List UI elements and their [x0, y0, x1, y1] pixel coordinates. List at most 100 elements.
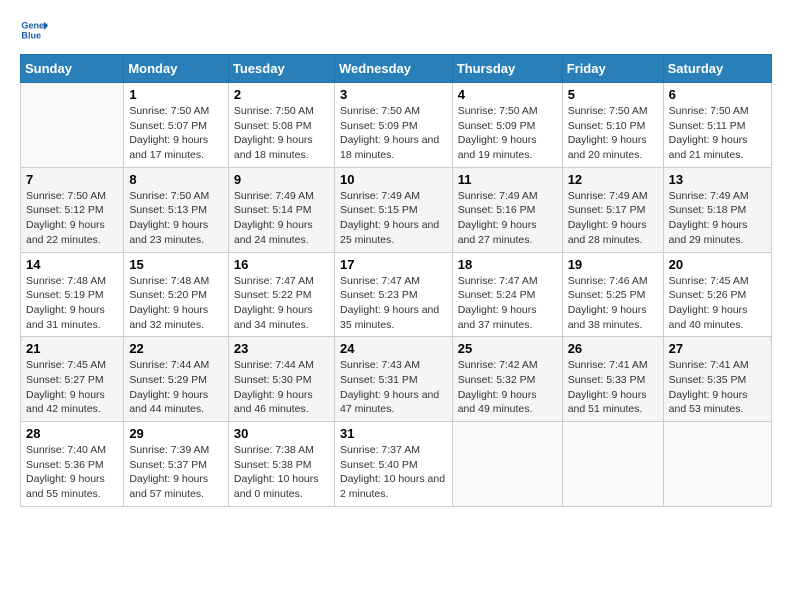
- cell-sunset: Sunset: 5:08 PM: [234, 120, 312, 132]
- cell-sunrise: Sunrise: 7:43 AM: [340, 359, 420, 371]
- calendar-week-row: 7 Sunrise: 7:50 AM Sunset: 5:12 PM Dayli…: [21, 167, 772, 252]
- calendar-cell: 6 Sunrise: 7:50 AM Sunset: 5:11 PM Dayli…: [663, 83, 771, 168]
- day-number: 31: [340, 426, 447, 441]
- cell-sunrise: Sunrise: 7:48 AM: [26, 275, 106, 287]
- cell-sunrise: Sunrise: 7:44 AM: [234, 359, 314, 371]
- day-number: 1: [129, 87, 223, 102]
- cell-sunset: Sunset: 5:10 PM: [568, 120, 646, 132]
- cell-sunrise: Sunrise: 7:49 AM: [340, 190, 420, 202]
- cell-sunrise: Sunrise: 7:50 AM: [340, 105, 420, 117]
- cell-sunrise: Sunrise: 7:39 AM: [129, 444, 209, 456]
- calendar-cell: 25 Sunrise: 7:42 AM Sunset: 5:32 PM Dayl…: [452, 337, 562, 422]
- cell-sunset: Sunset: 5:23 PM: [340, 289, 418, 301]
- cell-daylight: Daylight: 9 hours and 18 minutes.: [234, 134, 313, 161]
- cell-sunrise: Sunrise: 7:50 AM: [458, 105, 538, 117]
- cell-daylight: Daylight: 9 hours and 47 minutes.: [340, 389, 439, 416]
- day-number: 11: [458, 172, 557, 187]
- cell-sunrise: Sunrise: 7:42 AM: [458, 359, 538, 371]
- cell-sunrise: Sunrise: 7:41 AM: [568, 359, 648, 371]
- day-header-tuesday: Tuesday: [228, 55, 334, 83]
- day-number: 22: [129, 341, 223, 356]
- cell-sunset: Sunset: 5:18 PM: [669, 204, 747, 216]
- cell-sunset: Sunset: 5:13 PM: [129, 204, 207, 216]
- calendar-cell: 13 Sunrise: 7:49 AM Sunset: 5:18 PM Dayl…: [663, 167, 771, 252]
- cell-sunrise: Sunrise: 7:47 AM: [340, 275, 420, 287]
- cell-sunrise: Sunrise: 7:50 AM: [669, 105, 749, 117]
- cell-sunrise: Sunrise: 7:44 AM: [129, 359, 209, 371]
- day-header-friday: Friday: [562, 55, 663, 83]
- day-number: 16: [234, 257, 329, 272]
- cell-daylight: Daylight: 9 hours and 25 minutes.: [340, 219, 439, 246]
- calendar-week-row: 21 Sunrise: 7:45 AM Sunset: 5:27 PM Dayl…: [21, 337, 772, 422]
- calendar-cell: 18 Sunrise: 7:47 AM Sunset: 5:24 PM Dayl…: [452, 252, 562, 337]
- day-number: 2: [234, 87, 329, 102]
- calendar-cell: 2 Sunrise: 7:50 AM Sunset: 5:08 PM Dayli…: [228, 83, 334, 168]
- cell-daylight: Daylight: 9 hours and 37 minutes.: [458, 304, 537, 331]
- calendar-cell: 21 Sunrise: 7:45 AM Sunset: 5:27 PM Dayl…: [21, 337, 124, 422]
- cell-sunset: Sunset: 5:38 PM: [234, 459, 312, 471]
- cell-sunrise: Sunrise: 7:47 AM: [458, 275, 538, 287]
- cell-sunset: Sunset: 5:31 PM: [340, 374, 418, 386]
- cell-daylight: Daylight: 9 hours and 40 minutes.: [669, 304, 748, 331]
- calendar-cell: 31 Sunrise: 7:37 AM Sunset: 5:40 PM Dayl…: [334, 422, 452, 507]
- cell-sunset: Sunset: 5:32 PM: [458, 374, 536, 386]
- calendar-cell: 29 Sunrise: 7:39 AM Sunset: 5:37 PM Dayl…: [124, 422, 229, 507]
- cell-daylight: Daylight: 9 hours and 17 minutes.: [129, 134, 208, 161]
- calendar-header-row: SundayMondayTuesdayWednesdayThursdayFrid…: [21, 55, 772, 83]
- calendar-cell: 19 Sunrise: 7:46 AM Sunset: 5:25 PM Dayl…: [562, 252, 663, 337]
- cell-sunrise: Sunrise: 7:49 AM: [458, 190, 538, 202]
- logo-icon: General Blue: [20, 16, 48, 44]
- cell-sunrise: Sunrise: 7:45 AM: [669, 275, 749, 287]
- calendar-cell: 11 Sunrise: 7:49 AM Sunset: 5:16 PM Dayl…: [452, 167, 562, 252]
- cell-sunset: Sunset: 5:29 PM: [129, 374, 207, 386]
- calendar-table: SundayMondayTuesdayWednesdayThursdayFrid…: [20, 54, 772, 507]
- cell-sunrise: Sunrise: 7:49 AM: [669, 190, 749, 202]
- day-header-wednesday: Wednesday: [334, 55, 452, 83]
- calendar-cell: 30 Sunrise: 7:38 AM Sunset: 5:38 PM Dayl…: [228, 422, 334, 507]
- day-number: 13: [669, 172, 766, 187]
- calendar-cell: 4 Sunrise: 7:50 AM Sunset: 5:09 PM Dayli…: [452, 83, 562, 168]
- cell-sunset: Sunset: 5:15 PM: [340, 204, 418, 216]
- calendar-cell: 10 Sunrise: 7:49 AM Sunset: 5:15 PM Dayl…: [334, 167, 452, 252]
- cell-sunset: Sunset: 5:09 PM: [340, 120, 418, 132]
- cell-sunset: Sunset: 5:07 PM: [129, 120, 207, 132]
- calendar-cell: 28 Sunrise: 7:40 AM Sunset: 5:36 PM Dayl…: [21, 422, 124, 507]
- calendar-cell: 26 Sunrise: 7:41 AM Sunset: 5:33 PM Dayl…: [562, 337, 663, 422]
- cell-sunset: Sunset: 5:11 PM: [669, 120, 746, 132]
- cell-sunrise: Sunrise: 7:50 AM: [26, 190, 106, 202]
- day-number: 27: [669, 341, 766, 356]
- cell-daylight: Daylight: 10 hours and 2 minutes.: [340, 473, 445, 500]
- cell-daylight: Daylight: 9 hours and 32 minutes.: [129, 304, 208, 331]
- calendar-cell: 16 Sunrise: 7:47 AM Sunset: 5:22 PM Dayl…: [228, 252, 334, 337]
- calendar-cell: 9 Sunrise: 7:49 AM Sunset: 5:14 PM Dayli…: [228, 167, 334, 252]
- calendar-cell: 23 Sunrise: 7:44 AM Sunset: 5:30 PM Dayl…: [228, 337, 334, 422]
- cell-daylight: Daylight: 9 hours and 27 minutes.: [458, 219, 537, 246]
- calendar-cell: 15 Sunrise: 7:48 AM Sunset: 5:20 PM Dayl…: [124, 252, 229, 337]
- cell-sunrise: Sunrise: 7:50 AM: [129, 105, 209, 117]
- calendar-cell: 22 Sunrise: 7:44 AM Sunset: 5:29 PM Dayl…: [124, 337, 229, 422]
- day-header-saturday: Saturday: [663, 55, 771, 83]
- day-number: 30: [234, 426, 329, 441]
- day-number: 28: [26, 426, 118, 441]
- day-number: 4: [458, 87, 557, 102]
- calendar-cell: [452, 422, 562, 507]
- cell-daylight: Daylight: 9 hours and 51 minutes.: [568, 389, 647, 416]
- day-number: 14: [26, 257, 118, 272]
- day-number: 10: [340, 172, 447, 187]
- cell-sunrise: Sunrise: 7:41 AM: [669, 359, 749, 371]
- cell-sunset: Sunset: 5:14 PM: [234, 204, 312, 216]
- cell-daylight: Daylight: 9 hours and 49 minutes.: [458, 389, 537, 416]
- svg-text:Blue: Blue: [21, 30, 41, 40]
- cell-daylight: Daylight: 9 hours and 44 minutes.: [129, 389, 208, 416]
- calendar-cell: [562, 422, 663, 507]
- cell-sunset: Sunset: 5:37 PM: [129, 459, 207, 471]
- cell-daylight: Daylight: 9 hours and 22 minutes.: [26, 219, 105, 246]
- day-number: 21: [26, 341, 118, 356]
- day-number: 7: [26, 172, 118, 187]
- cell-daylight: Daylight: 9 hours and 34 minutes.: [234, 304, 313, 331]
- calendar-cell: 17 Sunrise: 7:47 AM Sunset: 5:23 PM Dayl…: [334, 252, 452, 337]
- cell-daylight: Daylight: 9 hours and 18 minutes.: [340, 134, 439, 161]
- cell-sunrise: Sunrise: 7:50 AM: [129, 190, 209, 202]
- calendar-cell: 1 Sunrise: 7:50 AM Sunset: 5:07 PM Dayli…: [124, 83, 229, 168]
- day-number: 5: [568, 87, 658, 102]
